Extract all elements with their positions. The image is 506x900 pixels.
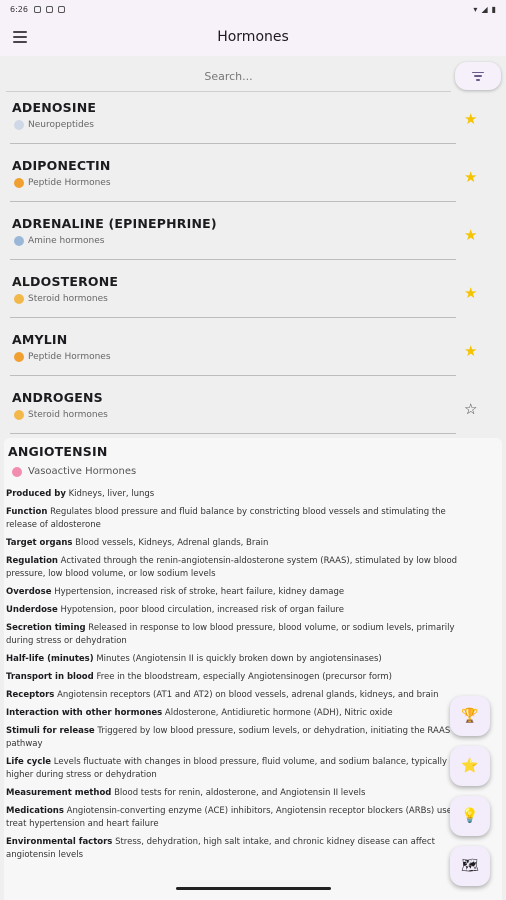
detail-field: Environmental factors Stress, dehydratio… bbox=[6, 837, 435, 860]
item-name: AMYLIN bbox=[12, 332, 68, 347]
app-bar: Hormones bbox=[0, 18, 506, 56]
menu-icon[interactable] bbox=[13, 31, 27, 43]
star-icon: ⭐ bbox=[461, 758, 479, 774]
list-item[interactable]: ANDROGENS Steroid hormones ☆ bbox=[0, 382, 506, 440]
search-row bbox=[0, 60, 506, 96]
muscle-icon bbox=[14, 410, 24, 420]
divider bbox=[10, 143, 456, 144]
lock-icon bbox=[45, 5, 53, 13]
detail-field: Half-life (minutes) Minutes (Angiotensin… bbox=[6, 654, 382, 664]
favorite-star-outline-icon[interactable]: ☆ bbox=[464, 402, 477, 417]
item-category: Steroid hormones bbox=[14, 410, 108, 420]
screenshot-icon bbox=[57, 5, 65, 13]
face-icon bbox=[14, 352, 24, 362]
main-content: ADENOSINE Neuropeptides ★ ADIPONECTIN Pe… bbox=[0, 56, 506, 900]
item-name: ADIPONECTIN bbox=[12, 158, 111, 173]
detail-field: Measurement method Blood tests for renin… bbox=[6, 788, 366, 798]
detail-field: Function Regulates blood pressure and fl… bbox=[6, 507, 446, 530]
detail-field: Medications Angiotensin-converting enzym… bbox=[6, 806, 469, 829]
item-category: Neuropeptides bbox=[14, 120, 94, 130]
favorite-star-icon[interactable]: ★ bbox=[464, 112, 477, 127]
detail-card: ANGIOTENSIN Vasoactive Hormones Produced… bbox=[4, 438, 502, 900]
filter-icon bbox=[472, 71, 484, 81]
list-item[interactable]: ADIPONECTIN Peptide Hormones ★ bbox=[0, 150, 506, 208]
detail-category: Vasoactive Hormones bbox=[12, 466, 136, 477]
list-item[interactable]: ALDOSTERONE Steroid hormones ★ bbox=[0, 266, 506, 324]
detail-field: Secretion timing Released in response to… bbox=[6, 623, 455, 646]
detail-field: Regulation Activated through the renin-a… bbox=[6, 556, 458, 579]
tip-button[interactable]: 💡 bbox=[450, 796, 490, 836]
item-category: Peptide Hormones bbox=[14, 352, 111, 362]
notification-icon bbox=[33, 5, 41, 13]
item-category-label: Peptide Hormones bbox=[28, 178, 111, 188]
list-item[interactable]: AMYLIN Peptide Hormones ★ bbox=[0, 324, 506, 382]
list-item[interactable]: ADRENALINE (EPINEPHRINE) Amine hormones … bbox=[0, 208, 506, 266]
detail-field: Overdose Hypertension, increased risk of… bbox=[6, 587, 345, 597]
filter-button[interactable] bbox=[455, 62, 501, 90]
status-time: 6:26 bbox=[10, 4, 28, 14]
detail-field: Underdose Hypotension, poor blood circul… bbox=[6, 605, 344, 615]
map-icon: 🗺 bbox=[461, 858, 479, 874]
status-system-icons: ▾ ◢ ▮ bbox=[473, 5, 496, 14]
item-name: ADRENALINE (EPINEPHRINE) bbox=[12, 216, 217, 231]
favorite-star-icon[interactable]: ★ bbox=[464, 170, 477, 185]
map-button[interactable]: 🗺 bbox=[450, 846, 490, 886]
detail-fields: Produced by Kidneys, liver, lungs Functi… bbox=[6, 488, 476, 867]
lightbulb-icon: 💡 bbox=[461, 808, 479, 824]
detail-field: Receptors Angiotensin receptors (AT1 and… bbox=[6, 690, 439, 700]
heart-icon bbox=[12, 466, 22, 477]
divider bbox=[10, 317, 456, 318]
list-item[interactable]: ADENOSINE Neuropeptides ★ bbox=[0, 92, 506, 150]
status-notification-icons bbox=[33, 5, 65, 13]
divider bbox=[10, 433, 456, 434]
item-category: Steroid hormones bbox=[14, 294, 108, 304]
item-name: ANDROGENS bbox=[12, 390, 103, 405]
trophy-icon: 🏆 bbox=[461, 708, 479, 724]
status-bar: 6:26 ▾ ◢ ▮ bbox=[0, 0, 506, 18]
detail-category-label: Vasoactive Hormones bbox=[28, 466, 137, 477]
detail-title: ANGIOTENSIN bbox=[8, 444, 108, 459]
muscle-icon bbox=[14, 294, 24, 304]
favorite-star-icon[interactable]: ★ bbox=[464, 228, 477, 243]
detail-field: Transport in blood Free in the bloodstre… bbox=[6, 672, 392, 682]
item-name: ALDOSTERONE bbox=[12, 274, 119, 289]
speech-bubble-icon bbox=[14, 120, 24, 130]
item-category-label: Steroid hormones bbox=[28, 410, 108, 420]
favorite-star-icon[interactable]: ★ bbox=[464, 344, 477, 359]
detail-field: Target organs Blood vessels, Kidneys, Ad… bbox=[6, 538, 269, 548]
item-category-label: Steroid hormones bbox=[28, 294, 108, 304]
item-category-label: Peptide Hormones bbox=[28, 352, 111, 362]
detail-field: Interaction with other hormones Aldoster… bbox=[6, 708, 393, 718]
item-name: ADENOSINE bbox=[12, 100, 97, 115]
favorites-button[interactable]: ⭐ bbox=[450, 746, 490, 786]
item-category: Amine hormones bbox=[14, 236, 104, 246]
flask-icon bbox=[14, 236, 24, 246]
battery-icon: ▮ bbox=[491, 4, 496, 14]
item-category-label: Amine hormones bbox=[28, 236, 105, 246]
face-icon bbox=[14, 178, 24, 188]
detail-field: Produced by Kidneys, liver, lungs bbox=[6, 489, 155, 499]
divider bbox=[10, 259, 456, 260]
divider bbox=[10, 201, 456, 202]
favorite-star-icon[interactable]: ★ bbox=[464, 286, 477, 301]
divider bbox=[10, 375, 456, 376]
detail-field: Stimuli for release Triggered by low blo… bbox=[6, 726, 451, 749]
search-input[interactable] bbox=[6, 62, 451, 92]
signal-icon: ◢ bbox=[481, 4, 488, 14]
item-category-label: Neuropeptides bbox=[28, 120, 94, 130]
trophy-button[interactable]: 🏆 bbox=[450, 696, 490, 736]
detail-field: Life cycle Levels fluctuate with changes… bbox=[6, 757, 448, 780]
wifi-icon: ▾ bbox=[473, 4, 478, 14]
page-title: Hormones bbox=[217, 29, 289, 45]
home-indicator[interactable] bbox=[176, 887, 331, 890]
item-category: Peptide Hormones bbox=[14, 178, 111, 188]
